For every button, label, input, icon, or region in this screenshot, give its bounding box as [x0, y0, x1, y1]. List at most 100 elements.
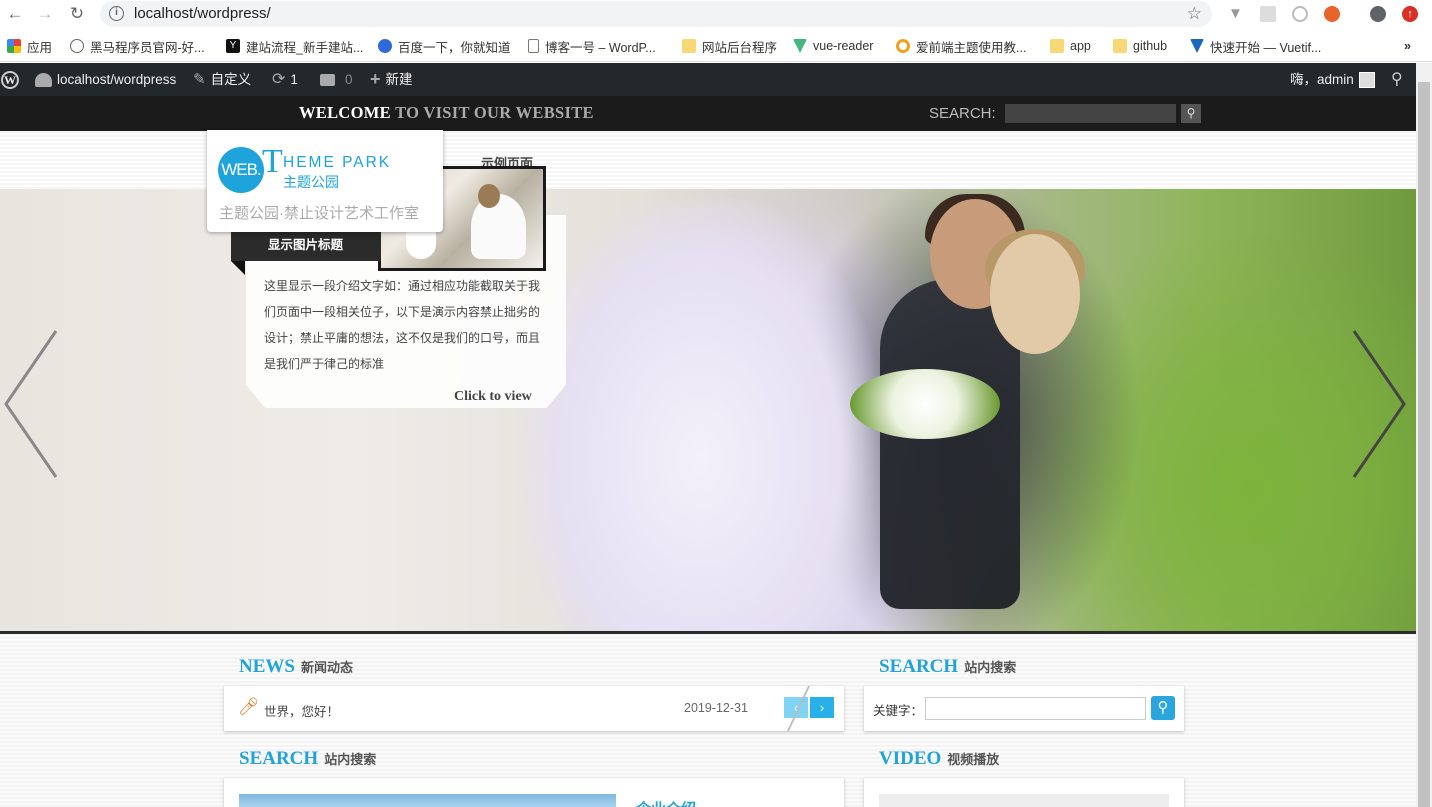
greeting-text: 嗨，admin [1290, 72, 1354, 87]
bookmark-folder[interactable]: 网站后台程序 [682, 37, 777, 55]
reload-icon[interactable]: ↻ [66, 4, 88, 24]
video-heading: VIDEO 视频播放 [879, 748, 999, 770]
comment-icon [320, 73, 335, 86]
video-box [864, 778, 1184, 807]
logo-circle: WEB. [218, 147, 264, 193]
news-item-link[interactable]: 世界，您好！ [264, 701, 339, 720]
search-label: SEARCH: [929, 105, 996, 122]
logo-tagline: 主题公园·禁止设计艺术工作室 [219, 205, 419, 222]
browser-toolbar: ← → ↻ i localhost/wordpress/ ☆ ▼ ↑ [0, 0, 1432, 29]
video-player[interactable] [879, 794, 1169, 807]
site-logo[interactable]: WEB. T HEME PARK 主题公园 主题公园·禁止设计艺术工作室 [207, 130, 443, 232]
bookmark-item[interactable]: 黑马程序员官网-好... [70, 37, 205, 55]
updates-icon: ⟳ [272, 71, 286, 88]
scrollbar-thumb[interactable] [1418, 82, 1430, 807]
new-content-link[interactable]: + 新建 [370, 63, 413, 96]
click-to-view-link[interactable]: Click to view [454, 389, 532, 405]
dashboard-icon [35, 72, 52, 87]
search-icon[interactable]: ⚲ [1391, 63, 1403, 96]
address-bar[interactable]: i localhost/wordpress/ ☆ [100, 1, 1212, 27]
vue-devtools-icon[interactable]: ▼ [1228, 5, 1244, 22]
vuetify-icon [1190, 39, 1204, 53]
bookmark-label: 建站流程_新手建站... [246, 40, 364, 55]
search2-heading: SEARCH 站内搜索 [239, 748, 376, 770]
plus-icon: + [370, 69, 381, 89]
back-icon[interactable]: ← [4, 4, 26, 24]
bookmark-label: 爱前端主题使用教... [916, 40, 1027, 55]
logo-letter: T [262, 143, 283, 180]
bookmark-item[interactable]: 百度一下，你就知道 [378, 37, 511, 55]
bookmark-item[interactable]: 博客一号 – WordP... [528, 37, 656, 55]
comments-count: 0 [345, 72, 353, 87]
profile-icon[interactable] [1370, 6, 1386, 22]
y-icon: Y [226, 39, 240, 53]
keyword-label: 关键字： [873, 704, 924, 718]
keyword-search-button[interactable]: ⚲ [1151, 696, 1175, 720]
comments-link[interactable]: 0 [320, 63, 353, 96]
brush-icon: ✎ [193, 71, 206, 88]
extension-icon[interactable] [1292, 6, 1308, 22]
updates-link[interactable]: ⟳ 1 [272, 63, 298, 96]
bookmarks-overflow-button[interactable]: » [1404, 37, 1411, 55]
bookmark-label: app [1070, 39, 1091, 53]
thumbnail-figure [478, 184, 500, 208]
slide-image [850, 369, 1000, 439]
header-search-button[interactable]: ⚲ [1181, 104, 1201, 123]
video-subtitle: 视频播放 [947, 752, 1000, 767]
info-icon[interactable]: i [109, 6, 124, 21]
update-icon[interactable]: ↑ [1402, 6, 1418, 22]
logo-cn: 主题公园 [283, 174, 339, 190]
search2-subtitle: 站内搜索 [324, 752, 377, 767]
bookmark-item[interactable]: Y 建站流程_新手建站... [226, 37, 363, 55]
news-subtitle: 新闻动态 [300, 660, 353, 675]
folder-icon [1113, 39, 1127, 53]
bookmark-folder[interactable]: app [1050, 37, 1091, 55]
tag-fold [231, 261, 245, 275]
bookmark-item[interactable]: 爱前端主题使用教... [896, 37, 1026, 55]
bookmark-label: 应用 [27, 40, 53, 55]
apps-grid-icon [7, 39, 21, 53]
bookmark-label: github [1133, 39, 1168, 53]
avatar [1358, 71, 1375, 88]
bookmark-apps[interactable]: 应用 [7, 37, 52, 55]
video-title: VIDEO [879, 748, 942, 769]
extension-icon[interactable] [1324, 6, 1340, 22]
wp-admin-bar: W localhost/wordpress ✎ 自定义 ⟳ 1 0 + 新建 嗨… [0, 63, 1432, 96]
forward-icon[interactable]: → [34, 4, 56, 24]
updates-count: 1 [290, 72, 298, 87]
baidu-paw-icon [378, 39, 392, 53]
site-search-widget: 关键字： ⚲ [864, 686, 1184, 731]
bookmarks-bar: 应用 黑马程序员官网-好... Y 建站流程_新手建站... 百度一下，你就知道… [0, 29, 1432, 62]
bookmark-item[interactable]: 快速开始 — Vuetif... [1190, 37, 1321, 55]
site-icon [70, 39, 84, 53]
news-ticker: 🎤︎ 世界，您好！ 2019-12-31 ‹ › [224, 686, 844, 731]
site-top-strip: WELCOME TO VISIT OUR WEBSITE SEARCH: ⚲ [0, 96, 1416, 131]
bookmark-label: 快速开始 — Vuetif... [1210, 40, 1322, 55]
next-arrow-icon[interactable] [1352, 329, 1408, 479]
url-text: localhost/wordpress/ [134, 5, 271, 22]
news-date: 2019-12-31 [684, 701, 748, 715]
news-heading: NEWS 新闻动态 [239, 656, 353, 678]
site-name: localhost/wordpress [57, 72, 177, 87]
sync-icon [896, 39, 910, 53]
wordpress-logo-icon[interactable]: W [0, 63, 20, 96]
extension-icon[interactable] [1260, 6, 1276, 22]
bookmark-label: 博客一号 – WordP... [545, 40, 656, 55]
star-icon[interactable]: ☆ [1187, 4, 1202, 24]
bookmark-item[interactable]: vue-reader [793, 37, 873, 55]
keyword-input[interactable] [925, 697, 1146, 720]
news-next-button[interactable]: › [810, 697, 834, 718]
thumbnail-figure [471, 194, 526, 259]
folder-icon [682, 39, 696, 53]
customize-link[interactable]: ✎ 自定义 [193, 63, 251, 96]
account-menu[interactable]: 嗨，admin [1290, 63, 1375, 96]
welcome-text: WELCOME TO VISIT OUR WEBSITE [299, 103, 594, 122]
slide-image [520, 199, 880, 631]
prev-arrow-icon[interactable] [2, 329, 58, 479]
search2-title: SEARCH [239, 748, 319, 769]
admin-site-link[interactable]: localhost/wordpress [35, 63, 176, 96]
bookmark-folder[interactable]: github [1113, 37, 1167, 55]
header-search-input[interactable] [1005, 104, 1176, 123]
intro-box: 企业介绍 [224, 778, 844, 807]
slide-image [990, 234, 1080, 354]
